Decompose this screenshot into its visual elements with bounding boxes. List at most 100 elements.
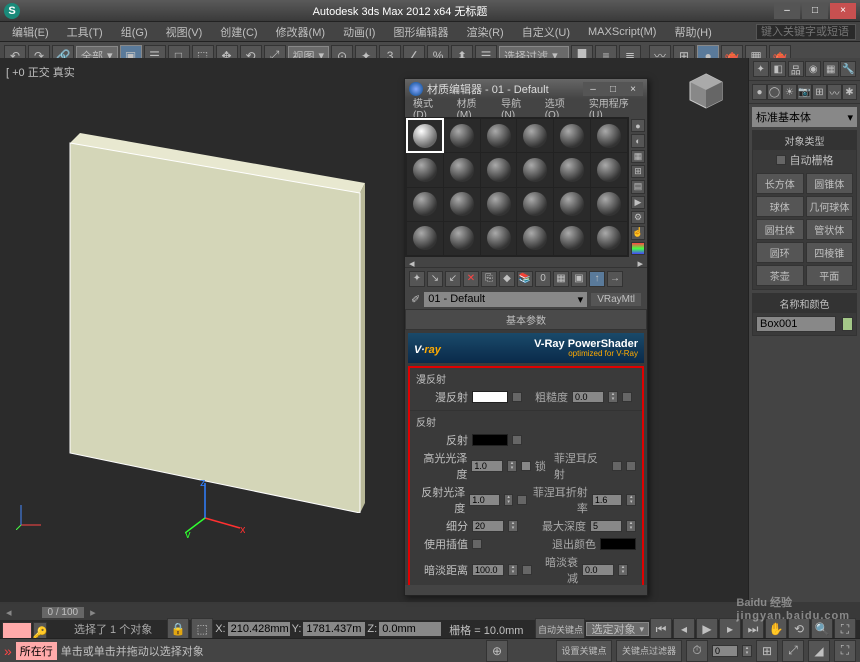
get-material-icon[interactable]: ✦	[409, 271, 425, 287]
mat-id-icon[interactable]: 0	[535, 271, 551, 287]
material-slot-13[interactable]	[444, 188, 480, 221]
zoom-icon[interactable]: 🔍	[811, 618, 833, 640]
refl-exit-color-swatch[interactable]	[600, 538, 636, 550]
menu-item-11[interactable]: 帮助(H)	[666, 22, 719, 42]
material-slot-9[interactable]	[517, 153, 553, 186]
refl-subdiv-spinner[interactable]: 20	[472, 520, 504, 532]
scroll-right-icon[interactable]: ▸	[637, 257, 643, 267]
reflect-map-slot[interactable]	[512, 435, 522, 445]
pick-material-icon[interactable]: ✐	[411, 293, 420, 306]
material-slot-3[interactable]	[517, 119, 553, 152]
reset-map-icon[interactable]: ✕	[463, 271, 479, 287]
menu-item-10[interactable]: MAXScript(M)	[580, 24, 664, 40]
material-slot-0[interactable]	[407, 119, 443, 152]
geometry-cat-icon[interactable]: ●	[752, 84, 767, 100]
menu-item-7[interactable]: 图形编辑器	[385, 22, 456, 42]
goto-start-icon[interactable]: ⏮	[650, 618, 672, 640]
assign-to-sel-icon[interactable]: ↙	[445, 271, 461, 287]
close-button[interactable]: ×	[830, 3, 856, 19]
basic-params-header[interactable]: 基本参数	[405, 309, 647, 330]
material-slot-11[interactable]	[591, 153, 627, 186]
maximize-button[interactable]: □	[802, 3, 828, 19]
sample-uv-icon[interactable]: ⊞	[631, 165, 645, 178]
auto-grid-checkbox[interactable]	[776, 155, 786, 165]
name-color-header[interactable]: 名称和颜色	[753, 294, 856, 313]
material-slot-20[interactable]	[481, 222, 517, 255]
scroll-left-icon[interactable]: ◂	[409, 257, 415, 267]
play-icon[interactable]: ▶	[696, 618, 718, 640]
coord-y-input[interactable]: 1781.437m	[303, 622, 365, 636]
dim-falloff-spinner[interactable]: 0.0	[582, 564, 614, 576]
display-tab-icon[interactable]: ▦	[823, 61, 839, 77]
make-unique-icon[interactable]: ◆	[499, 271, 515, 287]
isolate-icon[interactable]: ⬚	[191, 618, 213, 640]
material-slot-22[interactable]	[554, 222, 590, 255]
material-slot-17[interactable]	[591, 188, 627, 221]
time-config-icon[interactable]: ⏱	[686, 640, 708, 662]
material-type-button[interactable]: VRayMtl	[591, 293, 641, 306]
viewport-label[interactable]: [ +0 正交 真实	[6, 64, 75, 80]
hierarchy-tab-icon[interactable]: 品	[788, 61, 804, 77]
primitive-button[interactable]: 茶壶	[756, 265, 804, 286]
material-slot-15[interactable]	[517, 188, 553, 221]
diffuse-color-swatch[interactable]	[472, 391, 508, 403]
go-forward-icon[interactable]: →	[607, 271, 623, 287]
backlight-icon[interactable]: ◐	[631, 134, 645, 147]
diffuse-map-slot[interactable]	[512, 392, 522, 402]
time-next-icon[interactable]: ▸	[90, 606, 96, 619]
transform-gizmo[interactable]: x z y	[185, 478, 245, 538]
menu-item-6[interactable]: 动画(I)	[335, 22, 383, 42]
shapes-cat-icon[interactable]: ◯	[767, 84, 782, 100]
fresnel-lock-button[interactable]	[626, 461, 636, 471]
material-slot-14[interactable]	[481, 188, 517, 221]
max-toggle-icon[interactable]: ⛶	[834, 640, 856, 662]
go-to-parent-icon[interactable]: ↑	[589, 271, 605, 287]
utilities-tab-icon[interactable]: 🔧	[840, 61, 856, 77]
time-prev-icon[interactable]: ◂	[6, 606, 12, 619]
hilight-gloss-spinner[interactable]: 1.0	[471, 460, 503, 472]
view-cube[interactable]	[686, 70, 726, 110]
key-target-dropdown[interactable]: 选定对象▾	[586, 622, 649, 636]
menu-item-9[interactable]: 自定义(U)	[514, 22, 578, 42]
material-slot-21[interactable]	[517, 222, 553, 255]
minimize-button[interactable]: –	[774, 3, 800, 19]
material-slot-1[interactable]	[444, 119, 480, 152]
prev-frame-icon[interactable]: ◂	[673, 618, 695, 640]
zoom-extents-icon[interactable]: ⤢	[782, 640, 804, 662]
material-slot-7[interactable]	[444, 153, 480, 186]
material-name-dropdown[interactable]: 01 - Default▾	[424, 292, 587, 307]
show-map-icon[interactable]: ▦	[553, 271, 569, 287]
helpers-cat-icon[interactable]: ⊞	[812, 84, 827, 100]
time-slider[interactable]: ◂ 0 / 100 ▸	[0, 604, 748, 620]
dim-dist-spinner[interactable]: 100.0	[472, 564, 504, 576]
zoom-all-icon[interactable]: ⊞	[756, 640, 778, 662]
field-of-view-icon[interactable]: ◢	[808, 640, 830, 662]
coord-x-input[interactable]: 210.428mm	[228, 622, 290, 636]
cameras-cat-icon[interactable]: 📷	[797, 84, 812, 100]
show-end-icon[interactable]: ▣	[571, 271, 587, 287]
menu-item-3[interactable]: 视图(V)	[158, 22, 211, 42]
material-slot-18[interactable]	[407, 222, 443, 255]
make-preview-icon[interactable]: ▶	[631, 196, 645, 209]
object-type-header[interactable]: 对象类型	[753, 131, 856, 150]
primitive-button[interactable]: 长方体	[756, 173, 804, 194]
put-to-scene-icon[interactable]: ↘	[427, 271, 443, 287]
menu-item-5[interactable]: 修改器(M)	[268, 22, 334, 42]
current-frame-spinner[interactable]: 0	[712, 645, 738, 657]
menu-item-1[interactable]: 工具(T)	[59, 22, 111, 42]
put-to-lib-icon[interactable]: 📚	[517, 271, 533, 287]
auto-key-button[interactable]: 自动关键点	[535, 618, 585, 640]
material-slot-12[interactable]	[407, 188, 443, 221]
time-slider-marker[interactable]: 0 / 100	[42, 607, 85, 618]
goto-end-icon[interactable]: ⏭	[742, 618, 764, 640]
material-slot-16[interactable]	[554, 188, 590, 221]
motion-tab-icon[interactable]: ◉	[805, 61, 821, 77]
make-copy-icon[interactable]: ⎘	[481, 271, 497, 287]
primitive-button[interactable]: 圆锥体	[806, 173, 854, 194]
refl-interp-checkbox[interactable]	[472, 539, 482, 549]
primitive-button[interactable]: 四棱锥	[806, 242, 854, 263]
primitive-button[interactable]: 圆环	[756, 242, 804, 263]
reflect-color-swatch[interactable]	[472, 434, 508, 446]
modify-tab-icon[interactable]: ◧	[770, 61, 786, 77]
material-slot-4[interactable]	[554, 119, 590, 152]
